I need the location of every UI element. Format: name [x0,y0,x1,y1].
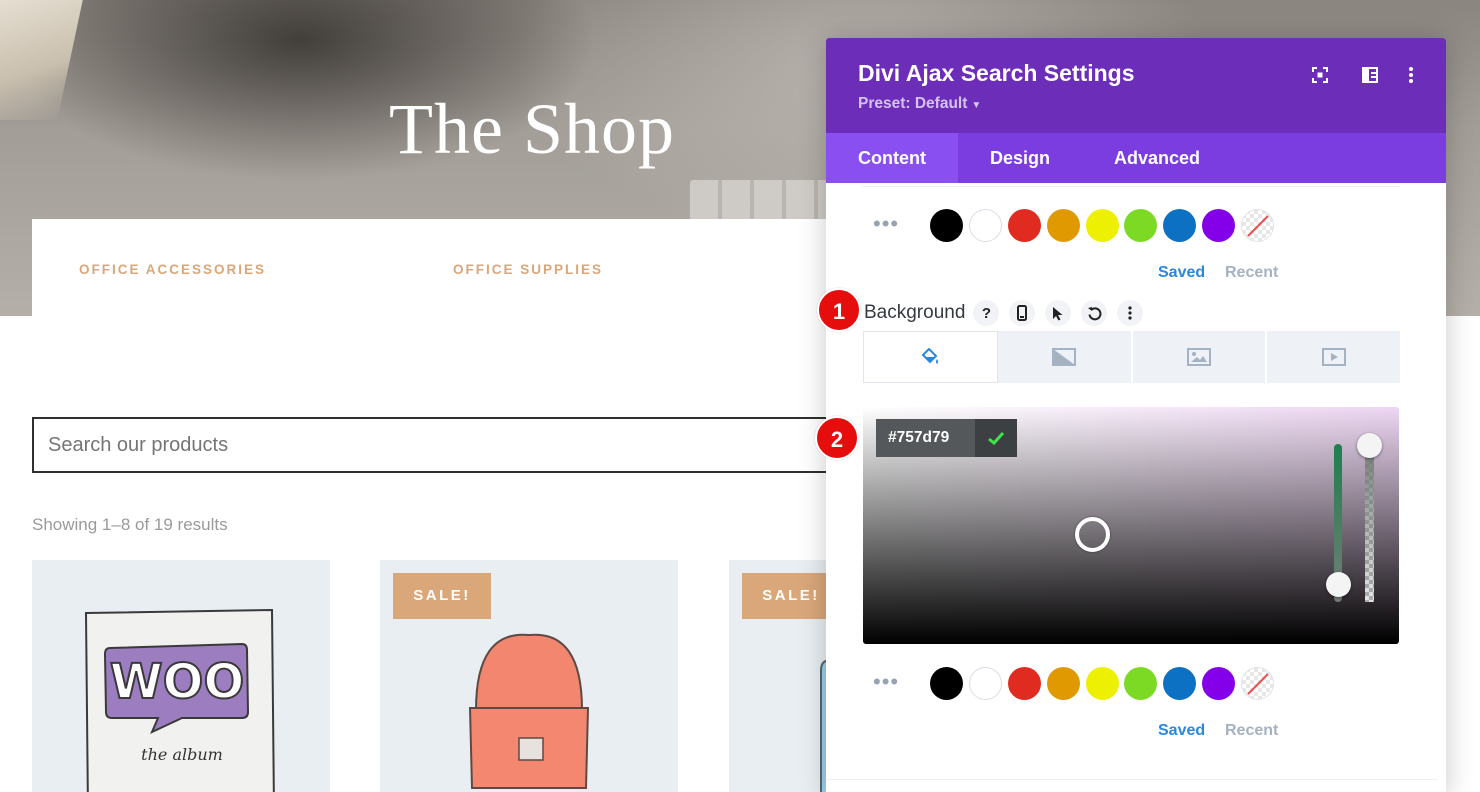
category-link-office-supplies[interactable]: OFFICE SUPPLIES [453,262,603,277]
caret-down-icon: ▼ [971,100,982,111]
hue-slider-knob[interactable] [1326,572,1351,597]
product-card-beanie[interactable]: SALE! [380,560,678,792]
background-field-header: Background ? [864,298,1153,328]
section-divider [826,779,1438,780]
modal-title: Divi Ajax Search Settings [858,60,1135,86]
album-caption: the album [141,745,223,764]
hex-color-input[interactable]: #757d79 [876,419,975,457]
gradient-icon[interactable] [998,331,1133,383]
swatch-none-icon[interactable] [1241,209,1274,242]
tab-content[interactable]: Content [826,133,958,183]
swatch-white[interactable] [969,209,1002,242]
settings-modal: Divi Ajax Search Settings Preset: Defaul… [826,38,1446,792]
annotation-marker-1: 1 [817,288,861,332]
swatch-blue[interactable] [1163,209,1196,242]
sale-badge: SALE! [393,573,491,619]
saved-link[interactable]: Saved [1158,722,1205,740]
image-icon[interactable] [1133,331,1268,383]
swatch-purple[interactable] [1202,209,1235,242]
swatch-black[interactable] [930,667,963,700]
category-link-office-accessories[interactable]: OFFICE ACCESSORIES [79,262,266,277]
modal-content: ••• Saved Recent Background ? #757d79 ••… [826,183,1446,792]
background-type-tabs [863,331,1400,383]
focus-mode-icon[interactable] [1309,64,1331,86]
tab-advanced[interactable]: Advanced [1082,133,1232,183]
color-picker-area[interactable]: #757d79 [863,407,1399,644]
more-swatches-icon[interactable]: ••• [873,213,899,235]
more-options-icon[interactable] [1400,64,1422,86]
swatch-purple[interactable] [1202,667,1235,700]
swatch-none-icon[interactable] [1241,667,1274,700]
swatch-green[interactable] [1124,667,1157,700]
recent-link[interactable]: Recent [1225,264,1278,282]
preset-label: Preset: Default [858,95,968,112]
color-picker-handle[interactable] [1075,517,1110,552]
swatch-orange[interactable] [1047,667,1080,700]
saved-label: Saved [1158,264,1206,281]
hover-cursor-icon[interactable] [1045,300,1072,326]
preset-selector[interactable]: Preset: Default ▼ [858,95,981,113]
checkmark-icon[interactable] [975,419,1017,457]
background-label: Background [864,302,966,323]
hex-input-group: #757d79 [876,419,1017,457]
swatch-yellow[interactable] [1086,667,1119,700]
reset-icon[interactable] [1081,300,1108,326]
split-layout-icon[interactable] [1359,64,1381,86]
product-card-album[interactable]: WOO the album [32,560,330,792]
color-swatch-row: ••• [826,209,1446,249]
swatch-red[interactable] [1008,667,1041,700]
annotation-marker-2: 2 [815,416,859,460]
woo-logo-text: WOO [110,654,245,710]
category-bar: OFFICE ACCESSORIES OFFICE SUPPLIES [32,219,882,316]
album-illustration: WOO the album [84,608,275,792]
swatch-green[interactable] [1124,209,1157,242]
swatch-orange[interactable] [1047,209,1080,242]
tab-design[interactable]: Design [958,133,1082,183]
modal-tabs: Content Design Advanced [826,133,1446,183]
recent-label: Recent [1225,264,1279,281]
modal-header: Divi Ajax Search Settings Preset: Defaul… [826,38,1446,133]
mobile-icon[interactable] [1009,300,1036,326]
saved-link[interactable]: Saved [1158,264,1205,282]
product-search-input[interactable] [32,417,862,473]
results-count: Showing 1–8 of 19 results [32,515,228,534]
swatch-black[interactable] [930,209,963,242]
recent-label: Recent [1225,722,1279,739]
swatch-yellow[interactable] [1086,209,1119,242]
recent-link[interactable]: Recent [1225,722,1278,740]
swatch-blue[interactable] [1163,667,1196,700]
more-icon[interactable] [1117,300,1144,326]
video-icon[interactable] [1267,331,1400,383]
swatch-white[interactable] [969,667,1002,700]
opacity-slider[interactable] [1365,444,1374,602]
more-swatches-icon[interactable]: ••• [873,671,899,693]
saved-label: Saved [1158,722,1206,739]
color-fill-icon[interactable] [863,331,998,383]
swatch-red[interactable] [1008,209,1041,242]
section-divider [862,183,1400,187]
help-icon[interactable]: ? [973,300,1000,326]
color-swatch-row: ••• [826,667,1446,707]
opacity-slider-knob[interactable] [1357,433,1382,458]
